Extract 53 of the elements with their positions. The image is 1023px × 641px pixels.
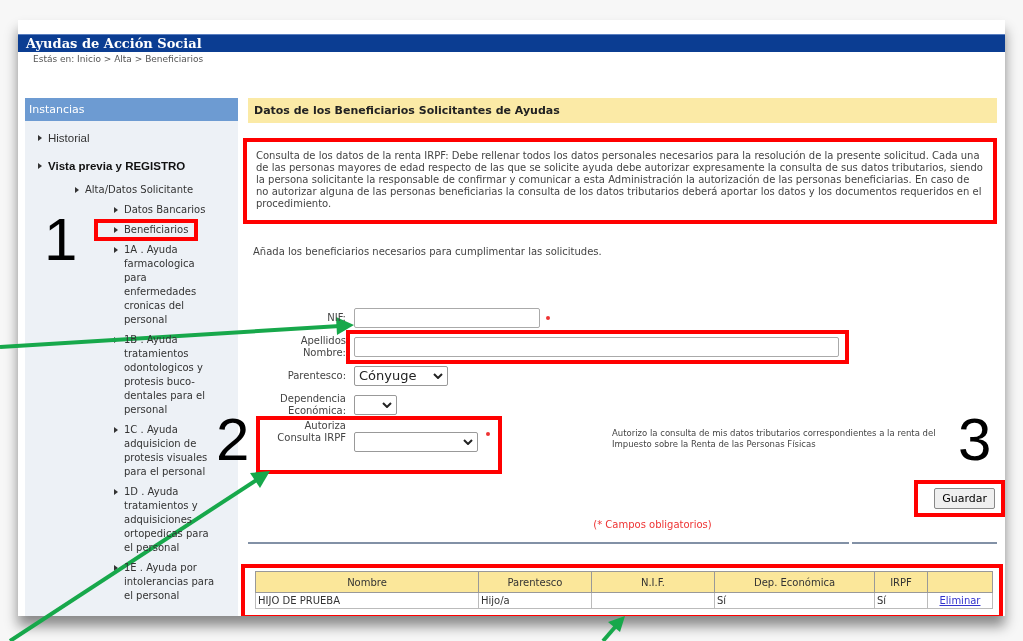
- triangle-icon: [114, 565, 118, 571]
- sidebar-item[interactable]: 1C . Ayuda adquisicion de protesis visuales para el personal: [124, 423, 216, 479]
- chevron-down-icon: [463, 439, 473, 445]
- section-title: Datos de los Beneficiarios Solicitantes de Ayudas: [248, 98, 997, 123]
- sidebar-item[interactable]: Datos Bancarios: [124, 203, 206, 217]
- column-header: Nombre: [255, 571, 479, 593]
- notice-text: Consulta de los datos de la renta IRPF: Debe rellenar todos los datos personales necesarios para la resolución de la presente solicitud. Cada una de las personas mayores de edad respecto de las que se solicite ayuda debe autorizar expresamente la consulta de sus datos tributarios, siendo la persona solicitante la responsable de confirmar y comunicar a esta Administración la autorización de las personas beneficiarias. En caso de no autorizar alguna de las personas beneficiarias la consulta de los datos tributarios deberá aportar los datos y los documentos requeridos en el procedimiento.: [243, 138, 997, 224]
- sidebar-item[interactable]: Vista previa y REGISTRO: [48, 159, 186, 173]
- step-number: 1: [44, 214, 78, 265]
- pointer-arrow: [601, 616, 625, 641]
- triangle-icon: [38, 135, 42, 141]
- authorization-note: Autorizo la consulta de mis datos tributarios correspondientes a la renta del Impuesto sobre la Renta de las Personas Físicas: [612, 428, 937, 450]
- triangle-icon: [114, 227, 118, 233]
- field-label: NIF:: [326, 311, 346, 324]
- field-label: Parentesco:: [286, 369, 346, 382]
- dropdown[interactable]: [354, 394, 397, 415]
- field-label: Dependencia Económica:: [279, 392, 346, 417]
- chevron-down-icon: [433, 372, 443, 379]
- input-field[interactable]: [354, 307, 540, 328]
- required-mark-icon: [546, 315, 550, 320]
- table-cell: Sí: [874, 592, 928, 609]
- chevron-down-icon: [382, 401, 392, 408]
- triangle-icon: [38, 163, 42, 169]
- sidebar-item[interactable]: 1A . Ayuda farmacologica para enfermedades cronicas del personal: [124, 243, 216, 327]
- sidebar-header: Instancias: [25, 98, 238, 121]
- input-field[interactable]: [354, 336, 839, 357]
- sidebar-item[interactable]: Alta/Datos Solicitante: [85, 183, 194, 197]
- dropdown[interactable]: Cónyuge: [354, 365, 448, 386]
- step-number: 2: [216, 414, 250, 465]
- app-title: Ayudas de Acción Social: [26, 36, 202, 51]
- column-header: IRPF: [874, 571, 928, 593]
- triangle-icon: [114, 207, 118, 213]
- sidebar-item[interactable]: Historial: [48, 131, 90, 145]
- required-note: (* Campos obligatorios): [593, 519, 712, 530]
- triangle-icon: [114, 489, 118, 495]
- breadcrumb: Estás en: Inicio > Alta > Beneficiarios: [32, 53, 205, 64]
- save-button[interactable]: Guardar: [934, 488, 995, 509]
- triangle-icon: [75, 187, 79, 193]
- field-label: Apellidos Nombre:: [299, 334, 346, 359]
- step-number: 3: [958, 414, 992, 465]
- sidebar-item[interactable]: Beneficiarios: [124, 223, 189, 237]
- required-mark-icon: [486, 432, 490, 436]
- table-cell: Sí: [714, 592, 875, 609]
- triangle-icon: [114, 427, 118, 433]
- sidebar-item[interactable]: 1E . Ayuda por intolerancias para el personal: [124, 561, 216, 603]
- column-header: Parentesco: [478, 571, 592, 593]
- column-header: N.I.F.: [591, 571, 715, 593]
- table-cell: Hijo/a: [478, 592, 592, 609]
- column-header: Dep. Económica: [714, 571, 875, 593]
- field-label: Autoriza Consulta IRPF: [276, 420, 346, 444]
- intro-text: Añada los beneficiarios necesarios para cumplimentar las solicitudes.: [253, 246, 603, 257]
- triangle-icon: [114, 247, 118, 253]
- table-cell: HIJO DE PRUEBA: [255, 592, 479, 609]
